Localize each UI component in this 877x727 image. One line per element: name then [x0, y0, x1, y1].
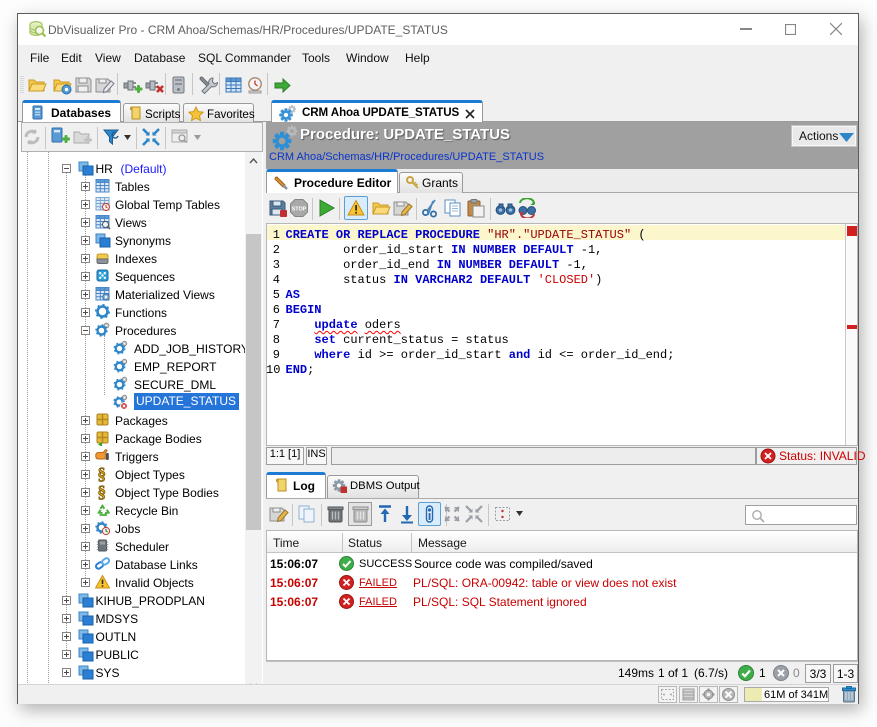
svg-text:STOP: STOP [292, 207, 307, 213]
svg-text:§: § [97, 484, 106, 500]
svg-text:§: § [97, 466, 106, 482]
